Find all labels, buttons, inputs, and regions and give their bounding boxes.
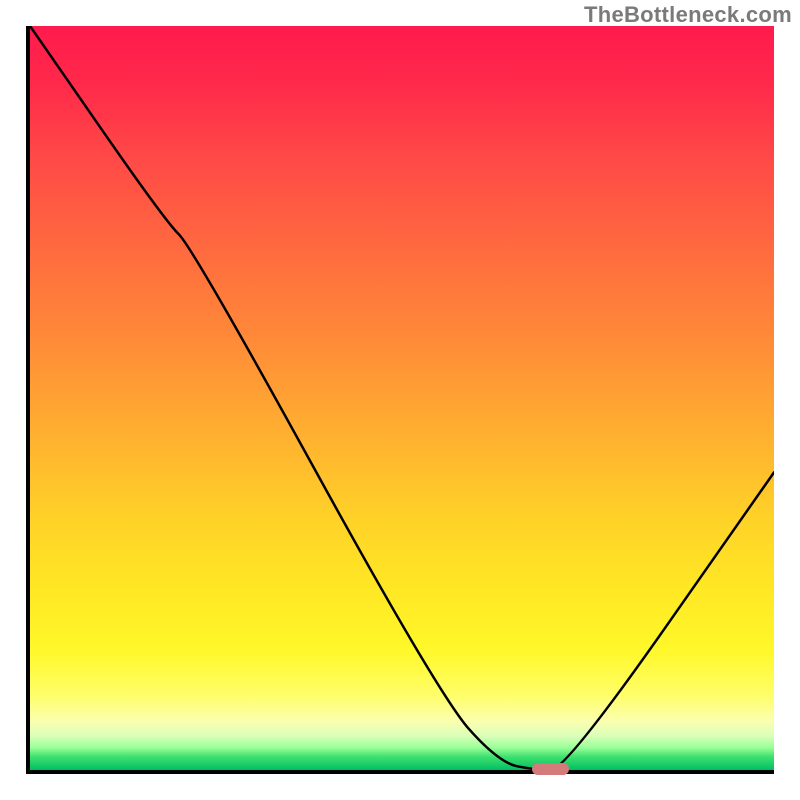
optimal-range-marker <box>532 763 569 775</box>
watermark-text: TheBottleneck.com <box>584 2 792 28</box>
bottleneck-curve-path <box>30 26 774 770</box>
bottleneck-line-plot <box>30 26 774 770</box>
chart-container: TheBottleneck.com <box>0 0 800 800</box>
